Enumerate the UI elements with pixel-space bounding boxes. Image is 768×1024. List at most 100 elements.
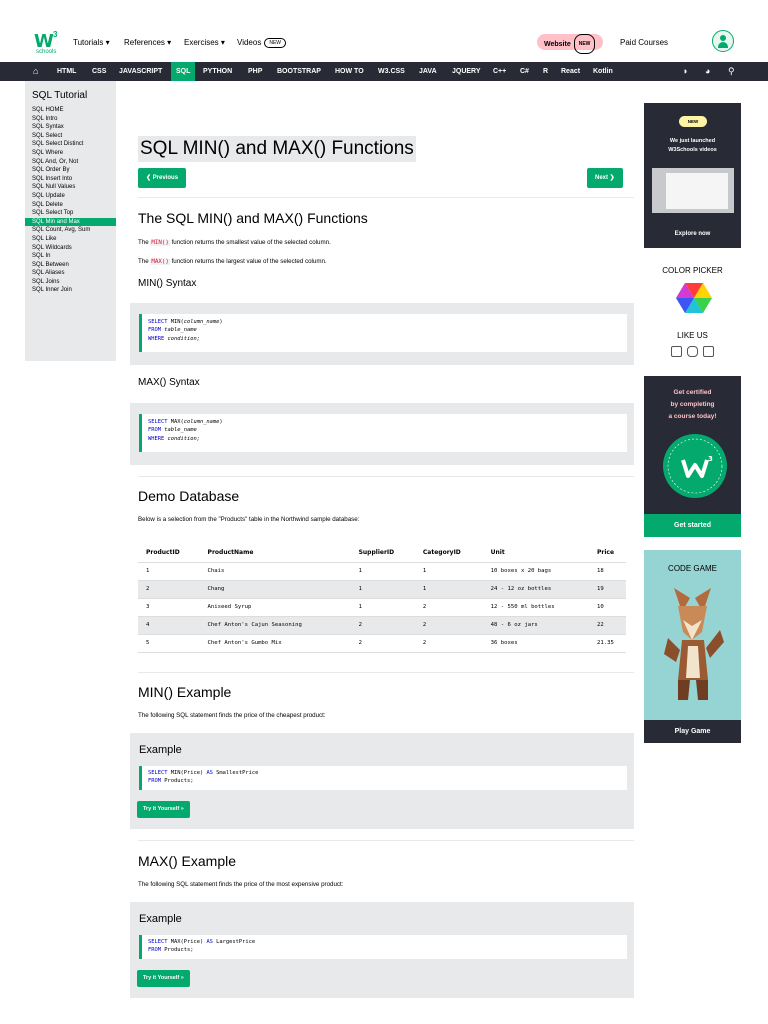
table-cell: 2 <box>350 634 415 653</box>
sidebar-item[interactable]: SQL Count, Avg, Sum <box>25 226 116 235</box>
table-body: 1 Chais 1 1 10 boxes x 20 bags 18 2 Chang 1 1 24 -… <box>138 562 626 653</box>
table-cell: 2 <box>414 616 483 635</box>
tutorials-menu[interactable]: Tutorials ▾ <box>73 38 110 47</box>
table-cell: 2 <box>350 616 415 635</box>
nav-jquery[interactable]: JQUERY <box>452 62 481 81</box>
try-it-yourself-button[interactable]: Try it Yourself » <box>137 970 190 987</box>
color-picker-icon[interactable] <box>676 283 712 313</box>
nav-r[interactable]: R <box>543 62 548 81</box>
sidebar-item[interactable]: SQL Select <box>25 132 116 141</box>
code: condition; <box>164 435 200 442</box>
sidebar-item[interactable]: SQL Order By <box>25 166 116 175</box>
explore-now-link[interactable]: Explore now <box>644 231 741 237</box>
table-cell: 12 - 550 ml bottles <box>482 598 589 617</box>
nav-w3css[interactable]: W3.CSS <box>378 62 405 81</box>
previous-button[interactable]: ❮ Previous <box>138 168 187 188</box>
nav-cpp[interactable]: C++ <box>493 62 506 81</box>
table-cell: 10 <box>588 598 626 617</box>
table-cell: 1 <box>350 580 415 599</box>
ad-screen-inner <box>666 173 728 209</box>
references-menu[interactable]: References ▾ <box>124 38 171 47</box>
nav-csharp[interactable]: C# <box>520 62 529 81</box>
website-button[interactable]: Website NEW <box>537 34 603 54</box>
code: LargestPrice <box>212 939 256 945</box>
nav-php[interactable]: PHP <box>248 62 262 81</box>
nav-css[interactable]: CSS <box>92 62 106 81</box>
table-cell: Chef Anton's Gumbo Mix <box>199 634 351 653</box>
ad-line-1: We just launched <box>669 138 716 144</box>
table-cell: Chang <box>199 580 351 599</box>
sidebar-item[interactable]: SQL Where <box>25 149 116 158</box>
sidebar-item[interactable]: SQL Select Top <box>25 209 116 218</box>
get-started-button[interactable]: Get started <box>644 514 741 537</box>
table-cell: 36 boxes <box>482 634 589 653</box>
sidebar-item[interactable]: SQL Aliases <box>25 269 116 278</box>
min-syntax-code: SELECT MIN(column_name) FROM table_name … <box>139 314 627 352</box>
text: function returns the largest value of th… <box>169 258 327 265</box>
code: Products; <box>160 778 194 785</box>
play-game-button[interactable]: Play Game <box>644 720 741 743</box>
sidebar-item[interactable]: SQL Insert Into <box>25 175 116 184</box>
code: MAX(Price) <box>167 939 207 945</box>
facebook-icon[interactable] <box>671 346 682 357</box>
cert-line-3: a course today! <box>668 413 717 420</box>
min-example-panel: Example SELECT MIN(Price) AS SmallestPri… <box>130 733 634 829</box>
nav-howto[interactable]: HOW TO <box>335 62 364 81</box>
new-badge: NEW <box>573 34 596 54</box>
sidebar-item[interactable]: SQL Null Values <box>25 183 116 192</box>
sidebar-item[interactable]: SQL Inner Join <box>25 286 116 295</box>
nav-python[interactable]: PYTHON <box>203 62 232 81</box>
demo-database-heading: Demo Database <box>138 488 240 504</box>
code: MIN(Price) <box>167 770 207 776</box>
paid-courses-link[interactable]: Paid Courses <box>620 38 668 47</box>
home-icon[interactable]: ⌂ <box>33 62 38 81</box>
max-description: The MAX() function returns the largest v… <box>138 258 327 265</box>
table-row: 4 Chef Anton's Cajun Seasoning 2 2 48 - 6 oz… <box>138 616 626 635</box>
nav-sql[interactable]: SQL <box>171 62 196 81</box>
sidebar-item[interactable]: SQL In <box>25 252 116 261</box>
sidebar-item[interactable]: SQL Update <box>25 192 116 201</box>
globe-icon[interactable]: ◕ <box>705 62 710 81</box>
sidebar-item[interactable]: SQL Select Distinct <box>25 140 116 149</box>
sidebar-item[interactable]: SQL HOME <box>25 106 116 115</box>
kw: SELECT <box>148 939 168 945</box>
sidebar-item[interactable]: SQL Like <box>25 235 116 244</box>
sidebar-item[interactable]: SQL Min and Max <box>25 217 116 227</box>
linkedin-icon[interactable] <box>703 346 714 357</box>
videos-menu[interactable]: Videos NEW <box>237 38 286 48</box>
code-game-ad[interactable] <box>644 550 741 720</box>
main-navbar: ⌂ HTML CSS JAVASCRIPT SQL PYTHON PHP BOO… <box>0 62 768 81</box>
sidebar-item[interactable]: SQL Wildcards <box>25 244 116 253</box>
page-title: SQL MIN() and MAX() Functions <box>138 136 416 162</box>
nav-javascript[interactable]: JAVASCRIPT <box>119 62 162 81</box>
theme-toggle-icon[interactable]: ◑ <box>682 62 687 81</box>
nav-html[interactable]: HTML <box>57 62 76 81</box>
sidebar-item[interactable]: SQL Syntax <box>25 123 116 132</box>
table-cell: 1 <box>414 562 483 581</box>
nav-bootstrap[interactable]: BOOTSTRAP <box>277 62 321 81</box>
divider <box>138 197 634 198</box>
kw: WHERE <box>148 335 165 342</box>
sidebar-item[interactable]: SQL And, Or, Not <box>25 158 116 167</box>
logo-sub: schools <box>36 49 57 55</box>
divider <box>138 672 634 673</box>
sidebar-item[interactable]: SQL Joins <box>25 278 116 287</box>
table-cell: 1 <box>414 580 483 599</box>
sidebar-item[interactable]: SQL Delete <box>25 201 116 210</box>
instagram-icon[interactable] <box>687 346 698 357</box>
next-button[interactable]: Next ❯ <box>587 168 623 188</box>
fox-mascot-image <box>664 588 724 700</box>
search-icon[interactable]: ⚲ <box>728 62 735 81</box>
code: SmallestPrice <box>212 770 259 776</box>
nav-react[interactable]: React <box>561 62 580 81</box>
w3schools-logo[interactable]: W 3 schools <box>34 30 66 57</box>
sidebar-item[interactable]: SQL Between <box>25 261 116 270</box>
svg-text:3: 3 <box>708 455 713 463</box>
try-it-yourself-button[interactable]: Try it Yourself » <box>137 801 190 818</box>
nav-java[interactable]: JAVA <box>419 62 437 81</box>
exercises-menu[interactable]: Exercises ▾ <box>184 38 225 47</box>
user-avatar-icon[interactable] <box>712 30 734 52</box>
min-example-heading: MIN() Example <box>138 684 232 700</box>
nav-kotlin[interactable]: Kotlin <box>593 62 613 81</box>
sidebar-item[interactable]: SQL Intro <box>25 115 116 124</box>
